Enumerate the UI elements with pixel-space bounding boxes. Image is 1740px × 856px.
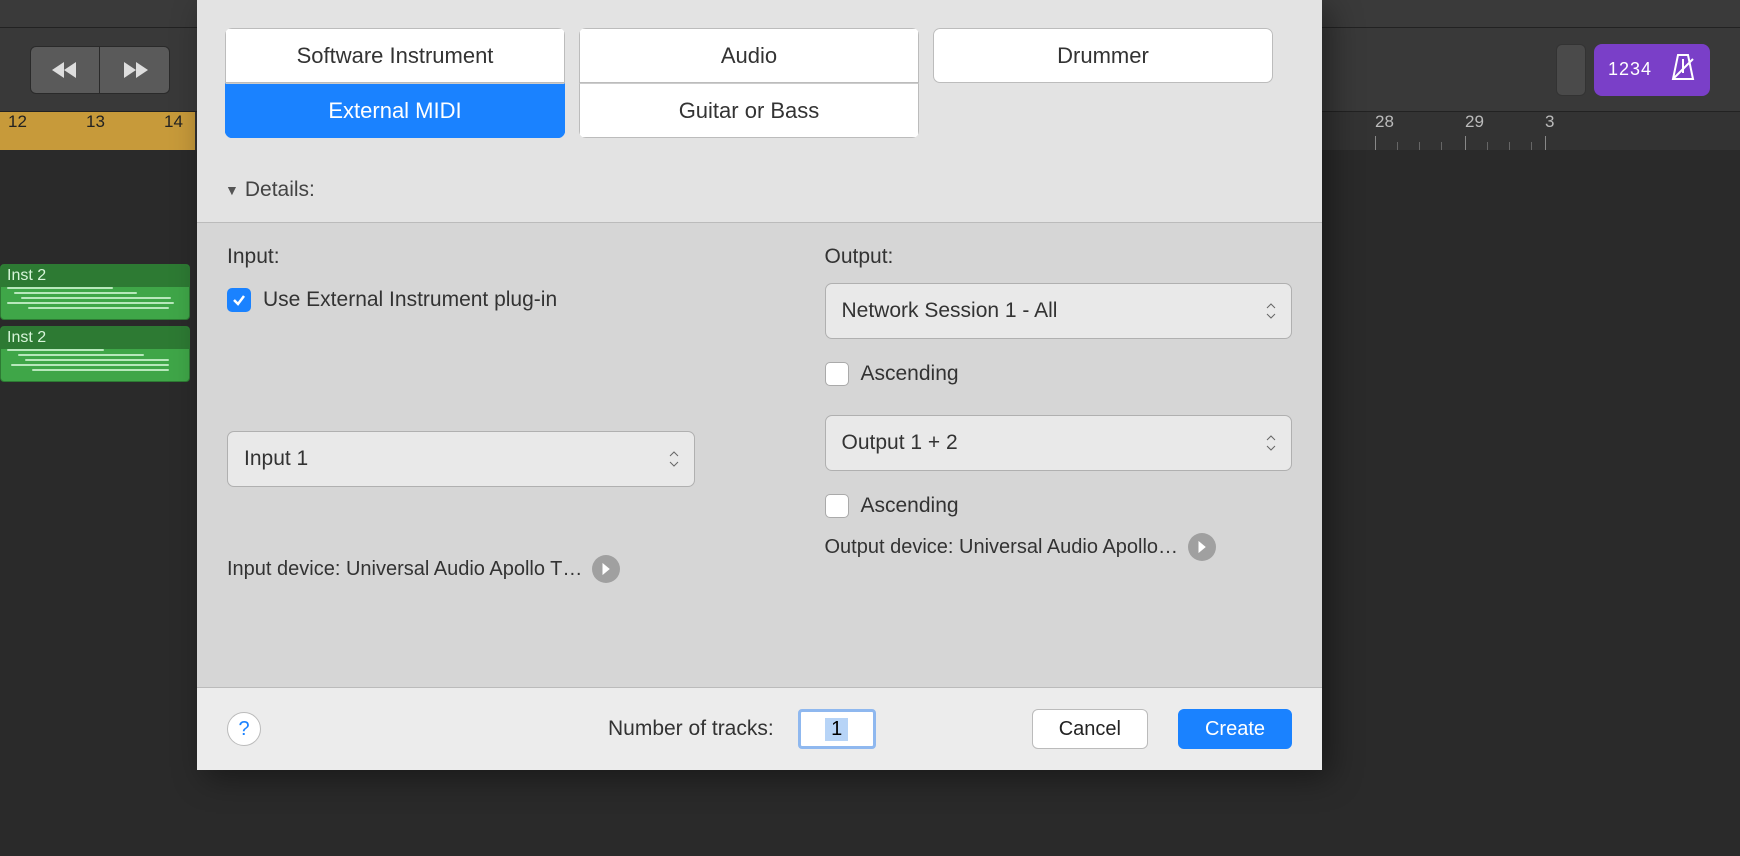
chevron-right-icon bbox=[1188, 533, 1216, 561]
track-type-software-instrument[interactable]: Software Instrument bbox=[225, 28, 565, 83]
ruler-cycle-region[interactable]: 12 13 14 bbox=[0, 112, 195, 150]
midi-region[interactable]: Inst 2 bbox=[0, 264, 190, 320]
dialog-footer: ? Number of tracks: 1 Cancel Create bbox=[197, 688, 1322, 770]
input-label: Input: bbox=[227, 245, 695, 269]
output-channel-select[interactable]: Output 1 + 2 bbox=[825, 415, 1293, 471]
chevron-right-icon bbox=[592, 555, 620, 583]
stepper-icon bbox=[1265, 434, 1277, 452]
track-type-external-midi[interactable]: External MIDI bbox=[225, 83, 565, 138]
ruler-number: 13 bbox=[82, 112, 105, 132]
disclosure-triangle-icon: ▼ bbox=[225, 182, 239, 198]
stepper-icon bbox=[1265, 302, 1277, 320]
input-channel-value: Input 1 bbox=[244, 447, 308, 471]
input-column: Input: Use External Instrument plug-in I… bbox=[227, 245, 695, 583]
output-ascending-1-label: Ascending bbox=[861, 362, 959, 386]
help-button[interactable]: ? bbox=[227, 712, 261, 746]
output-ascending-2-row[interactable]: Ascending bbox=[825, 489, 1293, 523]
output-device-label: Output device: Universal Audio Apollo… bbox=[825, 536, 1179, 559]
region-title: Inst 2 bbox=[1, 327, 189, 349]
output-ascending-1-row[interactable]: Ascending bbox=[825, 357, 1293, 391]
number-of-tracks-input[interactable]: 1 bbox=[798, 709, 876, 749]
number-of-tracks-value: 1 bbox=[825, 718, 848, 741]
output-channel-value: Output 1 + 2 bbox=[842, 431, 958, 455]
toolbar-right-cluster: 1234 bbox=[1556, 44, 1710, 96]
use-external-instrument-label: Use External Instrument plug-in bbox=[263, 288, 557, 312]
track-type-audio[interactable]: Audio bbox=[579, 28, 919, 83]
track-type-selector: Software Instrument External MIDI Audio … bbox=[225, 28, 1294, 138]
input-device-row[interactable]: Input device: Universal Audio Apollo T… bbox=[227, 555, 695, 583]
cancel-button[interactable]: Cancel bbox=[1032, 709, 1148, 749]
details-disclosure[interactable]: ▼ Details: bbox=[225, 178, 1294, 202]
number-of-tracks-label: Number of tracks: bbox=[608, 717, 774, 741]
rewind-button[interactable] bbox=[30, 46, 100, 94]
ruler-number: 29 bbox=[1465, 112, 1484, 132]
ruler-number: 28 bbox=[1375, 112, 1394, 132]
dialog-header: Software Instrument External MIDI Audio … bbox=[197, 0, 1322, 222]
stepper-icon bbox=[668, 450, 680, 468]
output-ascending-2-checkbox[interactable] bbox=[825, 494, 849, 518]
input-device-label: Input device: Universal Audio Apollo T… bbox=[227, 558, 582, 581]
fast-forward-button[interactable] bbox=[100, 46, 170, 94]
dialog-details: Input: Use External Instrument plug-in I… bbox=[197, 222, 1322, 688]
metronome-icon bbox=[1670, 53, 1696, 86]
output-session-select[interactable]: Network Session 1 - All bbox=[825, 283, 1293, 339]
details-label: Details: bbox=[245, 178, 315, 202]
output-label: Output: bbox=[825, 245, 1293, 269]
output-ascending-1-checkbox[interactable] bbox=[825, 362, 849, 386]
track-regions: Inst 2 Inst 2 bbox=[0, 262, 195, 382]
ruler-number: 14 bbox=[160, 112, 183, 132]
ruler-number: 3 bbox=[1545, 112, 1554, 132]
ruler-number: 12 bbox=[4, 112, 27, 132]
transport-controls bbox=[30, 46, 170, 94]
midi-notes-preview bbox=[7, 287, 183, 315]
input-channel-select[interactable]: Input 1 bbox=[227, 431, 695, 487]
create-button[interactable]: Create bbox=[1178, 709, 1292, 749]
midi-notes-preview bbox=[7, 349, 183, 377]
use-external-instrument-checkbox[interactable] bbox=[227, 288, 251, 312]
track-type-guitar-bass[interactable]: Guitar or Bass bbox=[579, 83, 919, 138]
output-device-row[interactable]: Output device: Universal Audio Apollo… bbox=[825, 533, 1293, 561]
region-title: Inst 2 bbox=[1, 265, 189, 287]
midi-region[interactable]: Inst 2 bbox=[0, 326, 190, 382]
use-external-instrument-row[interactable]: Use External Instrument plug-in bbox=[227, 283, 695, 317]
track-type-drummer[interactable]: Drummer bbox=[933, 28, 1273, 83]
output-ascending-2-label: Ascending bbox=[861, 494, 959, 518]
output-session-value: Network Session 1 - All bbox=[842, 299, 1058, 323]
metronome-pill[interactable]: 1234 bbox=[1594, 44, 1710, 96]
toolbar-chip[interactable] bbox=[1556, 44, 1586, 96]
new-track-dialog: Software Instrument External MIDI Audio … bbox=[197, 0, 1322, 770]
count-in-display: 1234 bbox=[1608, 59, 1652, 80]
output-column: Output: Network Session 1 - All Ascendin… bbox=[825, 245, 1293, 583]
